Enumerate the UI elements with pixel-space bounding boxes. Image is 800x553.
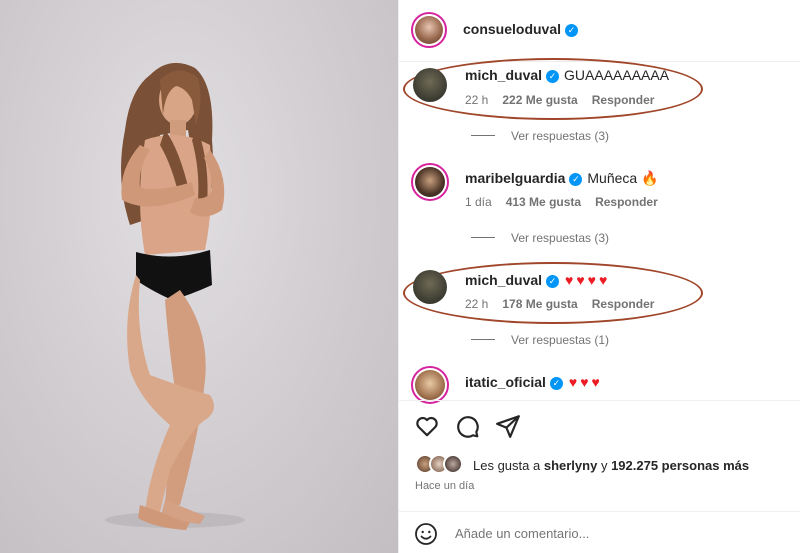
post-timestamp: Hace un día <box>415 480 475 492</box>
author-username[interactable]: consueloduval ✓ <box>463 21 579 37</box>
reply-button[interactable]: Responder <box>595 195 658 209</box>
verified-badge-icon: ✓ <box>569 173 583 186</box>
heart-emoji-icon: ♥ <box>568 374 578 390</box>
view-replies-button[interactable]: Ver respuestas (3) <box>471 231 609 245</box>
view-replies-button[interactable]: Ver respuestas (3) <box>471 129 609 143</box>
comment-username[interactable]: maribelguardia <box>465 170 565 186</box>
heart-emoji-icon: ♥ <box>591 374 600 390</box>
verified-badge-icon: ✓ <box>546 70 560 83</box>
commenter-avatar[interactable] <box>413 68 447 102</box>
comment-1-meta: 22 h 222 Me gusta Responder <box>465 93 668 107</box>
comment-1-header: mich_duval ✓ GUAAAAAAAAA <box>465 67 669 83</box>
comments-panel: consueloduval ✓ mich_duval ✓ GUAAAAAAAAA 22… <box>398 0 800 553</box>
comment-text: GUAAAAAAAAA <box>564 67 670 83</box>
comment-time: 1 día <box>465 195 492 209</box>
comment-2-meta: 1 día 413 Me gusta Responder <box>465 195 672 209</box>
comment-username[interactable]: itatic_oficial <box>465 374 546 390</box>
commenter-avatar[interactable] <box>413 270 447 304</box>
comment-hearts: ♥ ♥ ♥ <box>569 374 603 390</box>
view-replies-label[interactable]: Ver respuestas (1) <box>511 333 609 347</box>
heart-emoji-icon: ♥ <box>576 272 585 288</box>
comment-3-meta: 22 h 178 Me gusta Responder <box>465 297 668 311</box>
heart-emoji-icon: ♥ <box>598 272 608 288</box>
emoji-icon[interactable] <box>414 522 438 546</box>
commenter-avatar[interactable] <box>411 366 449 404</box>
heart-emoji-icon: ♥ <box>587 272 596 288</box>
comment-username[interactable]: mich_duval <box>465 67 542 83</box>
reply-button[interactable]: Responder <box>592 297 655 311</box>
likes-connector: y <box>600 458 608 473</box>
verified-badge-icon: ✓ <box>546 275 560 288</box>
verified-badge-icon: ✓ <box>565 24 579 37</box>
post-header: consueloduval ✓ <box>399 0 800 62</box>
view-replies-label[interactable]: Ver respuestas (3) <box>511 231 609 245</box>
comment-2-header: maribelguardia ✓ Muñeca 🔥 <box>465 170 659 187</box>
comment-time: 22 h <box>465 297 489 311</box>
reply-button[interactable]: Responder <box>592 93 655 107</box>
comment-username[interactable]: mich_duval <box>465 272 542 288</box>
fire-icon: 🔥 <box>641 170 659 186</box>
comment-input[interactable] <box>455 526 775 541</box>
comment-likes[interactable]: 222 Me gusta <box>502 93 577 107</box>
author-name[interactable]: consueloduval <box>463 21 561 37</box>
comment-3-header: mich_duval ✓ ♥ ♥ ♥ ♥ <box>465 272 610 288</box>
liker-avatar[interactable] <box>443 454 463 474</box>
heart-outline-icon[interactable] <box>414 413 440 439</box>
section-divider <box>399 400 800 401</box>
comment-hearts: ♥ ♥ ♥ ♥ <box>565 272 610 288</box>
likes-text: Les gusta a sherlyny y 192.275 personas … <box>473 458 749 473</box>
author-avatar[interactable] <box>411 12 447 48</box>
post-photo <box>0 0 398 553</box>
replies-line <box>471 135 495 136</box>
comment-likes[interactable]: 178 Me gusta <box>502 297 577 311</box>
heart-emoji-icon: ♥ <box>580 374 589 390</box>
heart-emoji-icon: ♥ <box>565 272 574 288</box>
commenter-avatar[interactable] <box>411 163 449 201</box>
verified-badge-icon: ✓ <box>549 377 563 390</box>
comment-likes[interactable]: 413 Me gusta <box>506 195 581 209</box>
photo-figure <box>105 62 245 530</box>
view-replies-label[interactable]: Ver respuestas (3) <box>511 129 609 143</box>
view-replies-button[interactable]: Ver respuestas (1) <box>471 333 609 347</box>
liker-username[interactable]: sherlyny <box>544 458 597 473</box>
add-comment-bar <box>399 511 800 553</box>
comment-time: 22 h <box>465 93 489 107</box>
replies-line <box>471 339 495 340</box>
paper-plane-icon[interactable] <box>495 413 521 439</box>
comment-bubble-icon[interactable] <box>454 413 480 439</box>
likes-count[interactable]: 192.275 personas más <box>611 458 749 473</box>
comment-4-header: itatic_oficial ✓ ♥ ♥ ♥ <box>465 374 603 390</box>
comment-text: Muñeca <box>587 170 638 186</box>
replies-line <box>471 237 495 238</box>
likes-prefix: Les gusta a <box>473 458 541 473</box>
